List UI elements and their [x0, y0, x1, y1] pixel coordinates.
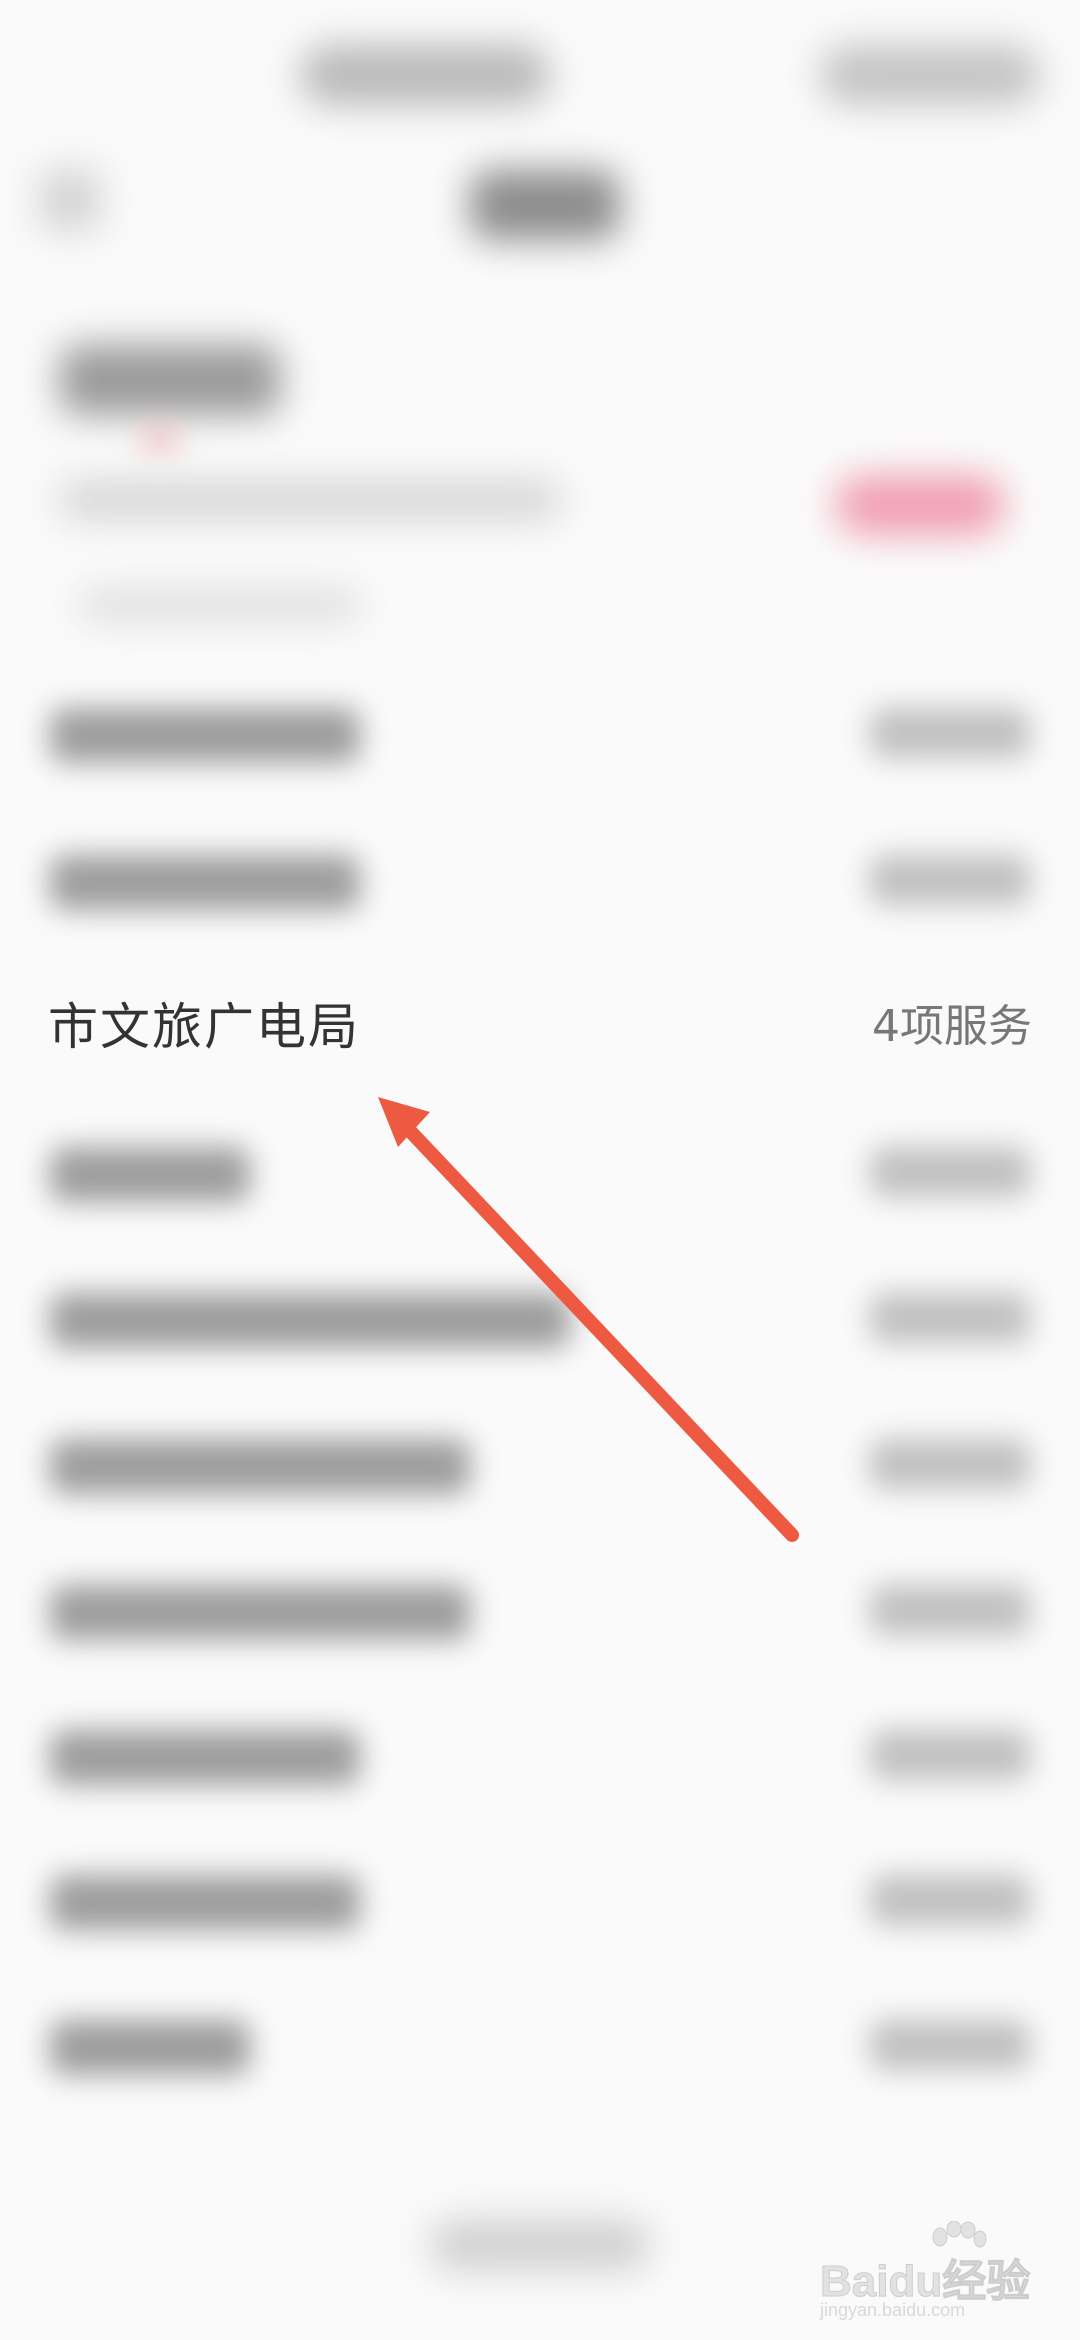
- list-item-title: 市文旅广电局: [48, 998, 360, 1056]
- list-item[interactable]: [0, 1705, 1080, 1805]
- list-item-title: [50, 1730, 360, 1785]
- list-item-title: [50, 1875, 360, 1930]
- card-description: [60, 480, 560, 520]
- list-item[interactable]: [0, 1268, 1080, 1368]
- list-item[interactable]: [0, 683, 1080, 783]
- list-item-title: [50, 2020, 250, 2075]
- page-title: [470, 170, 620, 240]
- list-item-meta: [870, 2020, 1030, 2070]
- app-screen: 市文旅广电局 4项服务 Baidu经验 jingyan.baidu.com: [0, 0, 1080, 2340]
- list-item-meta: [870, 855, 1030, 905]
- bottom-indicator: [430, 2220, 650, 2270]
- list-item-title: [50, 855, 360, 910]
- list-item[interactable]: [0, 1122, 1080, 1222]
- list-item-title: [50, 1147, 250, 1202]
- list-item-highlighted[interactable]: 市文旅广电局 4项服务: [0, 977, 1080, 1077]
- list-item-title: [50, 1439, 470, 1494]
- list-item-title: [50, 708, 360, 763]
- status-bar-right: [820, 45, 1040, 105]
- card-title: [60, 345, 280, 415]
- list-item-meta: [870, 1730, 1030, 1780]
- back-arrow-icon[interactable]: [40, 170, 100, 230]
- list-item-meta: [870, 1875, 1030, 1925]
- card-red-mark: [140, 430, 180, 450]
- list-item[interactable]: [0, 1850, 1080, 1950]
- card-action-button[interactable]: [835, 475, 1005, 535]
- list-item-meta: [870, 708, 1030, 758]
- status-bar-pill: [300, 45, 550, 105]
- watermark-url: jingyan.baidu.com: [820, 2300, 966, 2320]
- list-item-meta: [870, 1293, 1030, 1343]
- list-item-meta: 4项服务: [872, 1001, 1032, 1052]
- list-item[interactable]: [0, 1560, 1080, 1660]
- list-item-title: [50, 1585, 470, 1640]
- list-item[interactable]: [0, 1995, 1080, 2095]
- list-item-meta: [870, 1147, 1030, 1197]
- baidu-jingyan-watermark: Baidu经验 jingyan.baidu.com: [819, 2215, 1060, 2320]
- list-item-meta: [870, 1439, 1030, 1489]
- list-item-title: [50, 1293, 570, 1348]
- list-item[interactable]: [0, 1414, 1080, 1514]
- card-subtitle: [80, 590, 360, 620]
- list-item[interactable]: [0, 830, 1080, 930]
- list-item-meta: [870, 1585, 1030, 1635]
